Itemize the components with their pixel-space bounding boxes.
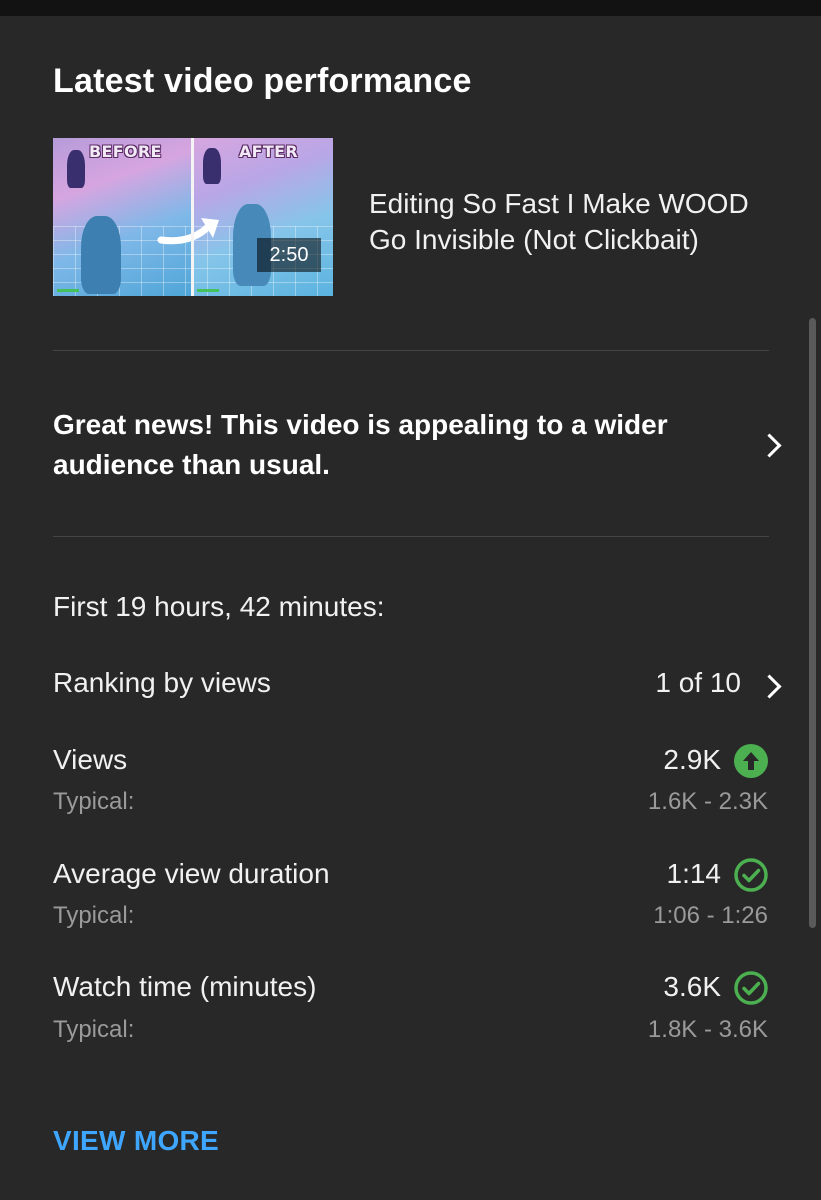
time-period-label: First 19 hours, 42 minutes: <box>53 591 385 622</box>
metric-views-value: 2.9K <box>663 744 721 775</box>
divider-top <box>53 350 769 351</box>
metric-views-label: Views <box>53 744 128 775</box>
view-more-button[interactable]: VIEW MORE <box>53 1125 219 1157</box>
metric-watch-time-value: 3.6K <box>663 971 721 1002</box>
thumbnail-after-label: AFTER <box>239 142 298 161</box>
metric-watch-time-typical-range: 1.8K - 3.6K <box>647 1016 768 1043</box>
metric-avd-typical-range: 1:06 - 1:26 <box>653 902 768 929</box>
metric-views-typical-label: Typical: <box>53 788 135 815</box>
thumbnail-health-bar-after <box>197 289 219 292</box>
metric-avd-value: 1:14 <box>666 858 722 889</box>
metric-avd-label: Average view duration <box>53 858 330 889</box>
check-circle-icon <box>734 971 768 1005</box>
thumbnail-before-label: BEFORE <box>89 142 162 161</box>
divider-middle <box>53 536 769 537</box>
insight-message[interactable]: Great news! This video is appealing to a… <box>53 405 733 485</box>
video-title[interactable]: Editing So Fast I Make WOOD Go Invisible… <box>369 186 789 258</box>
video-thumbnail[interactable]: BEFORE AFTER 2:50 <box>53 138 333 296</box>
thumbnail-character-after-back <box>203 148 221 184</box>
thumbnail-character-before <box>81 216 121 294</box>
thumbnail-health-bar-before <box>57 289 79 292</box>
metric-views-typical-range: 1.6K - 2.3K <box>647 788 768 815</box>
thumbnail-divider <box>191 138 194 296</box>
check-circle-icon <box>734 858 768 892</box>
card-title: Latest video performance <box>53 62 472 100</box>
video-duration-badge: 2:50 <box>257 238 321 272</box>
top-edge-bar <box>0 0 821 16</box>
arrow-up-circle-icon <box>734 744 768 778</box>
scrollbar[interactable] <box>809 318 816 928</box>
metric-watch-time-label: Watch time (minutes) <box>53 971 317 1002</box>
metric-watch-time-typical-label: Typical: <box>53 1016 135 1043</box>
ranking-label: Ranking by views <box>53 667 271 698</box>
metric-avd-typical-label: Typical: <box>53 902 135 929</box>
ranking-value: 1 of 10 <box>655 667 741 698</box>
thumbnail-character-before-back <box>67 150 85 188</box>
